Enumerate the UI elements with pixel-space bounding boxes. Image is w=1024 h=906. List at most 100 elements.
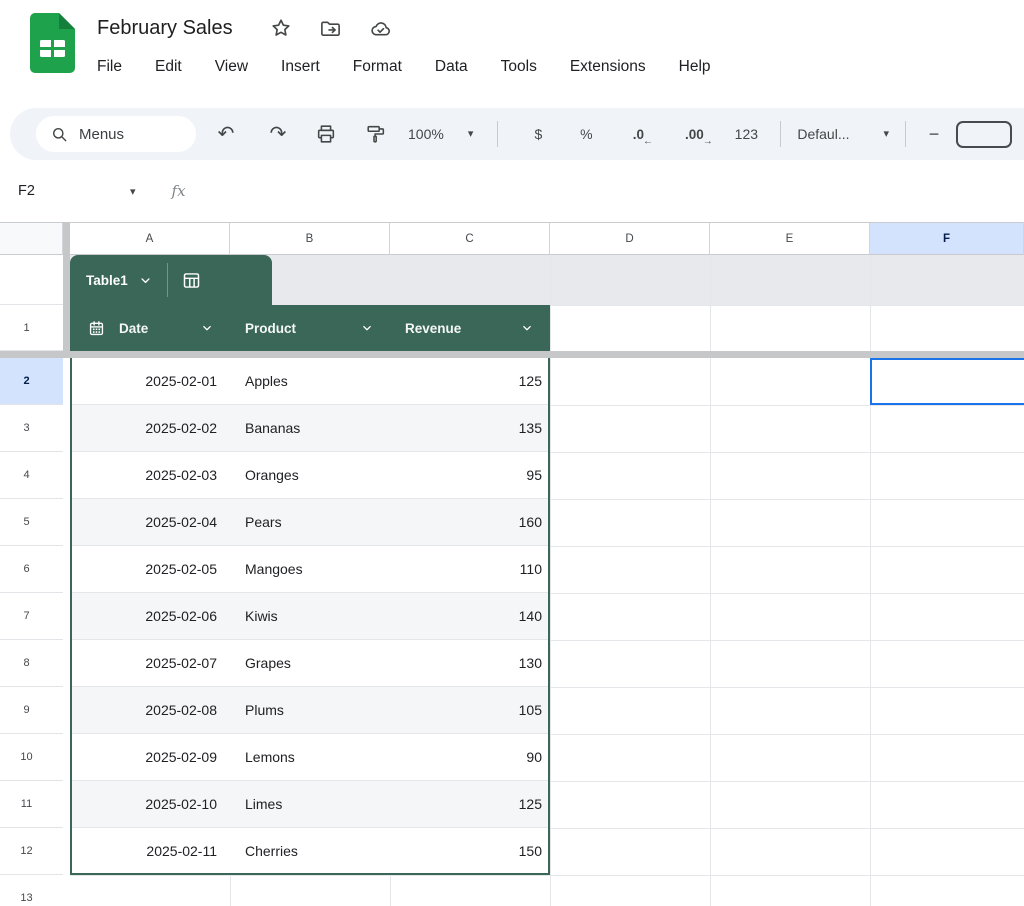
- cell-revenue[interactable]: 135: [390, 420, 550, 436]
- move-folder-icon[interactable]: [319, 16, 343, 40]
- cell-revenue[interactable]: 160: [390, 514, 550, 530]
- table-row: 2025-02-02 Bananas 135: [70, 405, 550, 452]
- undo-button[interactable]: ↶: [206, 114, 246, 154]
- sheets-logo[interactable]: [30, 13, 75, 73]
- cell-product[interactable]: Kiwis: [230, 608, 390, 624]
- cell-product[interactable]: Plums: [230, 702, 390, 718]
- column-header-a[interactable]: A: [70, 222, 230, 255]
- cell-revenue[interactable]: 105: [390, 702, 550, 718]
- row-header-9[interactable]: 9: [0, 687, 63, 734]
- name-box[interactable]: F2: [18, 183, 130, 199]
- cell-product[interactable]: Mangoes: [230, 561, 390, 577]
- table-grid-icon[interactable]: [181, 270, 202, 291]
- more-formats-button[interactable]: 123: [726, 114, 766, 154]
- font-size-input[interactable]: [956, 120, 1013, 148]
- cell-product[interactable]: Lemons: [230, 749, 390, 765]
- cell-date[interactable]: 2025-02-03: [70, 467, 230, 483]
- menu-file[interactable]: File: [94, 56, 125, 78]
- row-header-4[interactable]: 4: [0, 452, 63, 499]
- row-header-1[interactable]: 1: [0, 305, 63, 351]
- menu-data[interactable]: Data: [432, 56, 471, 78]
- row-header-11[interactable]: 11: [0, 781, 63, 828]
- row-header-10[interactable]: 10: [0, 734, 63, 781]
- menu-help[interactable]: Help: [676, 56, 714, 78]
- name-box-dropdown-icon[interactable]: ▾: [130, 185, 136, 198]
- number-format-icon: 123: [734, 126, 759, 142]
- cell-revenue[interactable]: 130: [390, 655, 550, 671]
- table-header-date[interactable]: Date: [70, 305, 230, 351]
- row-header-8[interactable]: 8: [0, 640, 63, 687]
- cell-date[interactable]: 2025-02-04: [70, 514, 230, 530]
- cell-date[interactable]: 2025-02-10: [70, 796, 230, 812]
- cell-product[interactable]: Grapes: [230, 655, 390, 671]
- redo-button[interactable]: ↷: [258, 114, 298, 154]
- cell-revenue[interactable]: 95: [390, 467, 550, 483]
- chevron-down-icon[interactable]: [360, 321, 374, 335]
- table-header-product[interactable]: Product: [230, 305, 390, 351]
- cell-revenue[interactable]: 150: [390, 843, 550, 859]
- row-header-6[interactable]: 6: [0, 546, 63, 593]
- print-button[interactable]: [306, 114, 346, 154]
- cell-revenue[interactable]: 140: [390, 608, 550, 624]
- cell-date[interactable]: 2025-02-09: [70, 749, 230, 765]
- menu-view[interactable]: View: [212, 56, 251, 78]
- chevron-down-icon[interactable]: [200, 321, 214, 335]
- cell-date[interactable]: 2025-02-07: [70, 655, 230, 671]
- cell-product[interactable]: Pears: [230, 514, 390, 530]
- table-name-chip[interactable]: Table1: [70, 255, 272, 305]
- column-header-c[interactable]: C: [390, 222, 550, 255]
- row-header-band[interactable]: [0, 255, 63, 305]
- cell-date[interactable]: 2025-02-02: [70, 420, 230, 436]
- cell-revenue[interactable]: 90: [390, 749, 550, 765]
- column-header-e[interactable]: E: [710, 222, 870, 255]
- spreadsheet-grid: Table1 1 2 3 4 5 6 7 8 9 10 11 12 13 2025-02-01 Apples…: [0, 222, 1024, 906]
- row-header-5[interactable]: 5: [0, 499, 63, 546]
- column-header-d[interactable]: D: [550, 222, 710, 255]
- cell-date[interactable]: 2025-02-01: [70, 373, 230, 389]
- cell-date[interactable]: 2025-02-06: [70, 608, 230, 624]
- menu-insert[interactable]: Insert: [278, 56, 323, 78]
- cell-product[interactable]: Limes: [230, 796, 390, 812]
- cell-revenue[interactable]: 110: [390, 561, 550, 577]
- menu-format[interactable]: Format: [350, 56, 405, 78]
- row-header-3[interactable]: 3: [0, 405, 63, 452]
- font-style-dropdown[interactable]: Defaul... ▾: [797, 126, 889, 142]
- row-header-7[interactable]: 7: [0, 593, 63, 640]
- star-icon[interactable]: [269, 16, 293, 40]
- row-header-13[interactable]: 13: [0, 875, 63, 906]
- menus-search-button[interactable]: Menus: [36, 116, 196, 152]
- decrease-font-size-button[interactable]: −: [914, 114, 954, 154]
- column-header-b[interactable]: B: [230, 222, 390, 255]
- select-all-corner[interactable]: [0, 222, 63, 255]
- column-header-f[interactable]: F: [870, 222, 1024, 255]
- currency-format-button[interactable]: $: [518, 114, 558, 154]
- zoom-control[interactable]: 100% ▾: [408, 126, 473, 142]
- menu-edit[interactable]: Edit: [152, 56, 185, 78]
- cell-product[interactable]: Cherries: [230, 843, 390, 859]
- row-header-12[interactable]: 12: [0, 828, 63, 875]
- chevron-down-icon[interactable]: [520, 321, 534, 335]
- title-row: February Sales: [97, 16, 419, 40]
- cell-revenue[interactable]: 125: [390, 373, 550, 389]
- row-header-2[interactable]: 2: [0, 358, 63, 405]
- document-title[interactable]: February Sales: [97, 17, 233, 40]
- decrease-decimal-button[interactable]: .0 ←: [618, 114, 658, 154]
- cell-product[interactable]: Apples: [230, 373, 390, 389]
- chevron-down-icon[interactable]: [138, 273, 153, 288]
- table-header-revenue[interactable]: Revenue: [390, 305, 550, 351]
- menu-extensions[interactable]: Extensions: [567, 56, 649, 78]
- cell-product[interactable]: Oranges: [230, 467, 390, 483]
- arrow-left-icon: ←: [642, 135, 653, 147]
- menu-tools[interactable]: Tools: [498, 56, 540, 78]
- cell-product[interactable]: Bananas: [230, 420, 390, 436]
- cell-date[interactable]: 2025-02-05: [70, 561, 230, 577]
- increase-decimal-button[interactable]: .00 →: [674, 114, 714, 154]
- cell-date[interactable]: 2025-02-11: [70, 843, 230, 859]
- cell-revenue[interactable]: 125: [390, 796, 550, 812]
- paint-format-button[interactable]: [356, 114, 396, 154]
- frozen-row-divider[interactable]: [0, 351, 1024, 358]
- chevron-down-icon: ▾: [467, 127, 474, 140]
- percent-format-button[interactable]: %: [566, 114, 606, 154]
- frozen-column-divider[interactable]: [63, 222, 70, 358]
- cell-date[interactable]: 2025-02-08: [70, 702, 230, 718]
